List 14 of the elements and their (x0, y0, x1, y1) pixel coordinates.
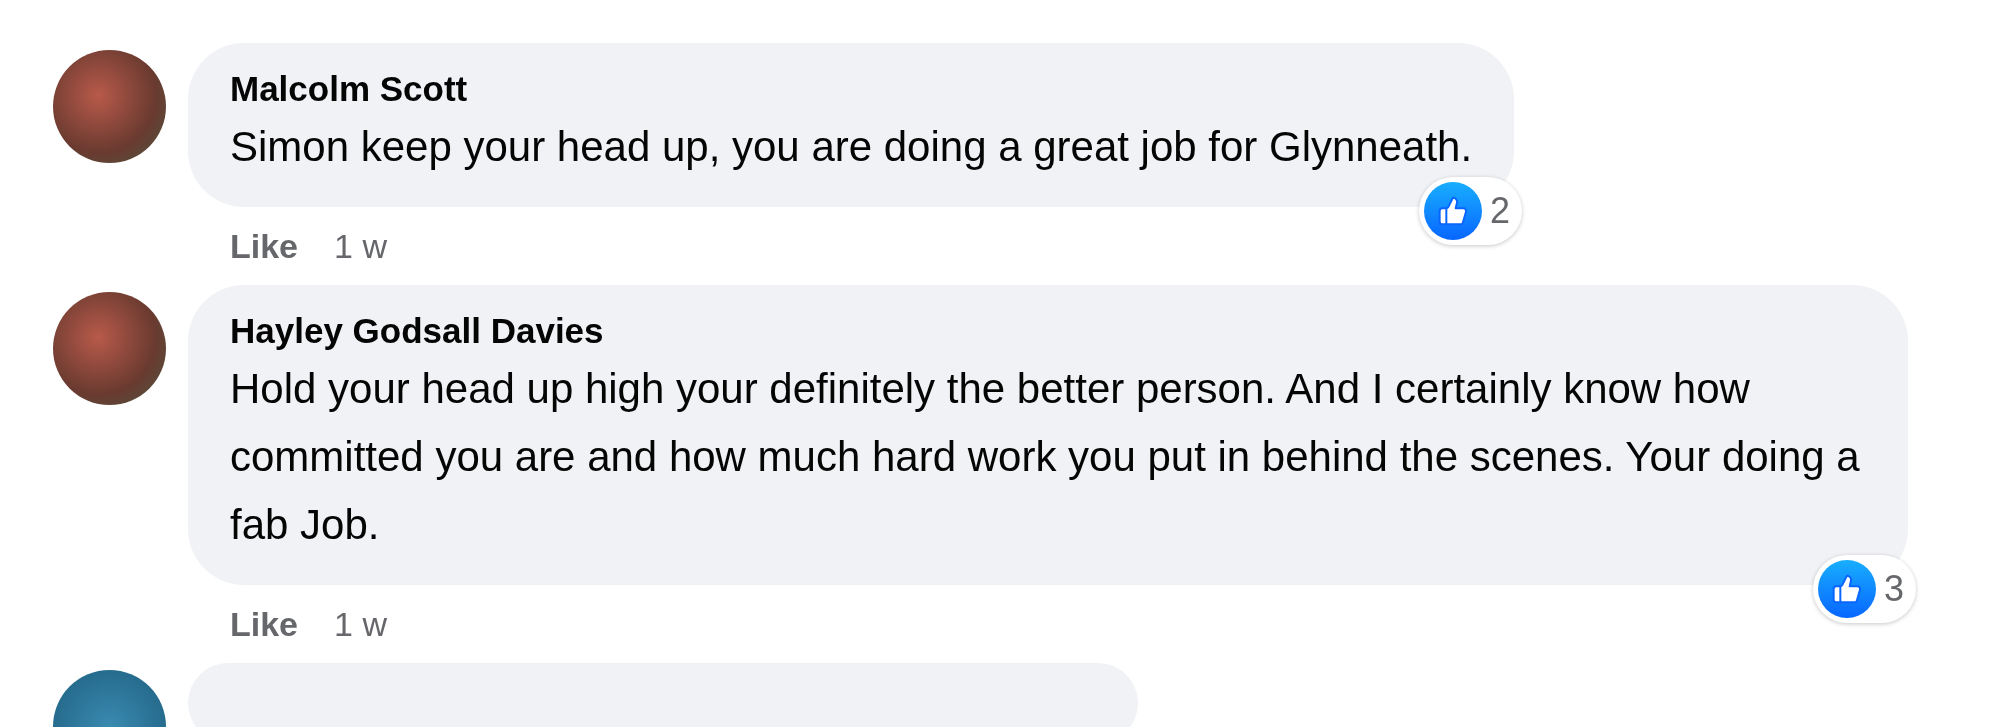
reaction-count[interactable]: 2 (1419, 177, 1523, 245)
comment-text: Simon keep your head up, you are doing a great job for Glynneath. (230, 122, 1473, 172)
reaction-number: 3 (1883, 568, 1904, 610)
like-icon (1424, 182, 1483, 240)
author-name[interactable]: Malcolm Scott (230, 65, 1473, 113)
comment-time[interactable]: 1 w (334, 604, 387, 644)
comment-text: Hold your head up high your definitely the better person. And I certainly know how committed you are and how much hard work you put in behind the scenes. Your doing a fab Job. (230, 364, 1861, 550)
reaction-count[interactable]: 3 (1812, 555, 1916, 623)
like-link[interactable]: Like (230, 604, 299, 644)
reaction-number: 2 (1490, 190, 1511, 232)
author-name[interactable]: Hayley Godsall Davies (230, 307, 1866, 355)
like-link[interactable]: Like (230, 226, 299, 266)
comment-time[interactable]: 1 w (334, 226, 387, 266)
like-icon (1817, 560, 1876, 618)
